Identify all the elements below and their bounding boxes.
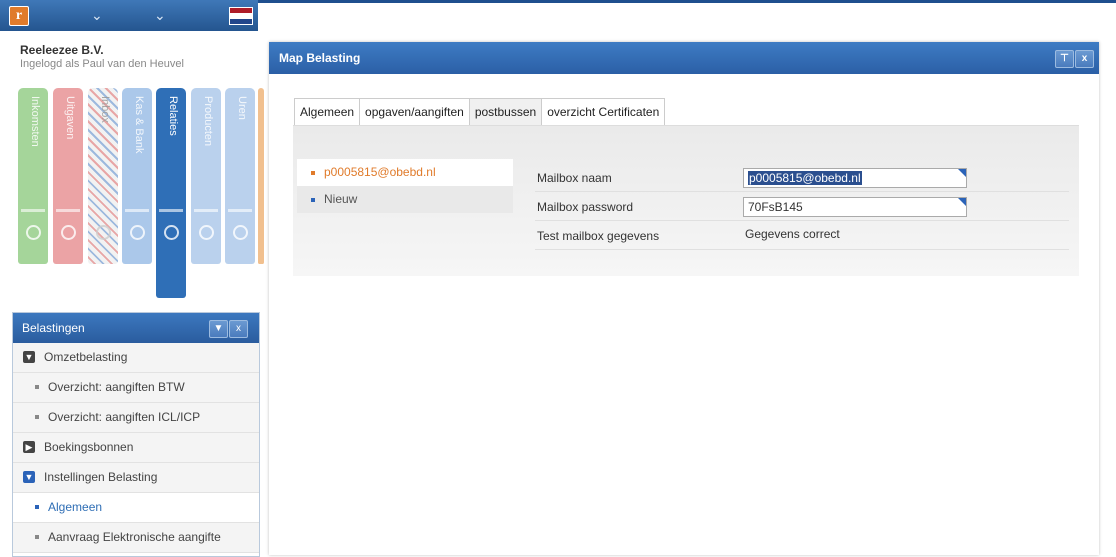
- tab-algemeen[interactable]: Algemeen: [294, 98, 361, 125]
- nav-item-algemeen[interactable]: Algemeen: [13, 493, 259, 523]
- collapse-icon: ▼: [23, 351, 35, 363]
- tab-postbussen[interactable]: postbussen: [468, 98, 543, 125]
- map-belasting-window: Map Belasting ⊤ x Algemeen opgaven/aangif…: [269, 42, 1099, 555]
- nav-group-omzetbelasting[interactable]: ▼ Omzetbelasting: [13, 343, 259, 373]
- mailbox-label: Nieuw: [324, 192, 358, 206]
- binder-label: Kas & Bank: [133, 96, 145, 154]
- form-row-mailbox-naam: Mailbox naam p0005815@obebd.nl: [535, 163, 1069, 192]
- mailbox-password-input[interactable]: 70FsB145: [743, 197, 967, 217]
- binder-producten[interactable]: Producten: [191, 88, 221, 264]
- pin-icon[interactable]: ⊤: [1055, 50, 1074, 68]
- pin-icon[interactable]: ▼: [209, 320, 228, 338]
- binder-inkomsten[interactable]: Inkomsten: [18, 88, 48, 264]
- mailbox-label: p0005815@obebd.nl: [324, 165, 436, 179]
- tab-certificaten[interactable]: overzicht Certificaten: [541, 98, 666, 125]
- app-logo[interactable]: r: [9, 6, 29, 26]
- bullet-icon: [311, 198, 315, 202]
- nav-label: Overzicht: aangiften BTW: [48, 380, 185, 394]
- binder-kas-bank[interactable]: Kas & Bank: [122, 88, 152, 264]
- collapse-icon: ▼: [23, 471, 35, 483]
- binder-relaties[interactable]: Relaties: [156, 88, 186, 298]
- binder-line: [21, 209, 45, 212]
- at-icon: [96, 225, 111, 240]
- field-label: Mailbox password: [537, 200, 634, 214]
- window-header: Map Belasting ⊤ x: [269, 42, 1099, 74]
- binder-label: Producten: [202, 96, 214, 147]
- input-value: 70FsB145: [748, 200, 803, 214]
- nav-label: Algemeen: [48, 500, 103, 514]
- nav-label: Aanvraag Elektronische aangifte: [48, 530, 221, 544]
- flag-nl-icon[interactable]: [229, 7, 253, 25]
- mailbox-item[interactable]: p0005815@obebd.nl: [297, 159, 513, 186]
- company-name: Reeleezee B.V.: [20, 43, 104, 57]
- binder-ring-icon: [164, 225, 179, 240]
- binder-label: Inbox: [99, 96, 111, 123]
- binder-next-edge: [258, 88, 264, 264]
- bullet-icon: [311, 171, 315, 175]
- mailbox-new[interactable]: Nieuw: [297, 186, 513, 213]
- app-toolbar: r ⌄ ⌄: [0, 0, 258, 31]
- binder-line: [56, 209, 80, 212]
- logged-in-user: Ingelogd als Paul van den Heuvel: [20, 58, 184, 70]
- close-icon[interactable]: x: [1075, 50, 1094, 68]
- tab-opgaven[interactable]: opgaven/aangiften: [359, 98, 470, 125]
- binder-line: [159, 209, 183, 212]
- chevron-down-icon[interactable]: ⌄: [91, 7, 103, 24]
- test-result-text: Gegevens correct: [745, 227, 840, 241]
- binder-ring-icon: [130, 225, 145, 240]
- field-label: Test mailbox gegevens: [537, 229, 660, 243]
- chevron-down-icon[interactable]: ⌄: [154, 7, 166, 24]
- panel-header: Belastingen ▼ x: [13, 313, 259, 343]
- binder-line: [228, 209, 252, 212]
- bullet-icon: [35, 535, 39, 539]
- nav-label: Overzicht: aangiften ICL/ICP: [48, 410, 201, 424]
- belastingen-panel: Belastingen ▼ x ▼ Omzetbelasting Overzic…: [12, 312, 260, 557]
- nav-label: Boekingsbonnen: [44, 440, 134, 454]
- mailbox-form: Mailbox naam p0005815@obebd.nl Mailbox p…: [535, 163, 1069, 250]
- nav-group-instellingen[interactable]: ▼ Instellingen Belasting: [13, 463, 259, 493]
- binder-ring-icon: [199, 225, 214, 240]
- binder-line: [194, 209, 218, 212]
- required-marker: [958, 198, 966, 206]
- binder-line: [125, 209, 149, 212]
- window-title: Map Belasting: [279, 51, 361, 65]
- nav-item-aanvraag[interactable]: Aanvraag Elektronische aangifte: [13, 523, 259, 553]
- nav-item-overzicht-icl[interactable]: Overzicht: aangiften ICL/ICP: [13, 403, 259, 433]
- binder-ring-icon: [61, 225, 76, 240]
- bullet-icon: [35, 385, 39, 389]
- binder-shelf: Inkomsten Uitgaven Inbox Kas & Bank Rela…: [18, 88, 264, 303]
- required-marker: [958, 169, 966, 177]
- form-row-test-mailbox: Test mailbox gegevens Gegevens correct: [535, 221, 1069, 250]
- nav-group-boekingsbonnen[interactable]: ▶ Boekingsbonnen: [13, 433, 259, 463]
- nav-label: Instellingen Belasting: [44, 470, 158, 484]
- input-value: p0005815@obebd.nl: [748, 171, 862, 185]
- binder-uren[interactable]: Uren: [225, 88, 255, 264]
- binder-label: Inkomsten: [29, 96, 41, 147]
- mailbox-list: p0005815@obebd.nl Nieuw: [297, 159, 513, 213]
- binder-uitgaven[interactable]: Uitgaven: [53, 88, 83, 264]
- close-icon[interactable]: x: [229, 320, 248, 338]
- field-label: Mailbox naam: [537, 171, 612, 185]
- binder-label: Relaties: [167, 96, 179, 136]
- tab-content: p0005815@obebd.nl Nieuw Mailbox naam p00…: [293, 125, 1079, 276]
- binder-ring-icon: [233, 225, 248, 240]
- panel-title: Belastingen: [22, 321, 85, 335]
- form-row-mailbox-password: Mailbox password 70FsB145: [535, 192, 1069, 221]
- expand-icon: ▶: [23, 441, 35, 453]
- bullet-icon: [35, 415, 39, 419]
- mailbox-name-input[interactable]: p0005815@obebd.nl: [743, 168, 967, 188]
- bullet-icon: [35, 505, 39, 509]
- binder-label: Uitgaven: [64, 96, 76, 140]
- tab-bar: Algemeen opgaven/aangiften postbussen overz…: [294, 98, 666, 125]
- binder-inbox[interactable]: Inbox: [88, 88, 118, 264]
- nav-item-overzicht-btw[interactable]: Overzicht: aangiften BTW: [13, 373, 259, 403]
- nav-label: Omzetbelasting: [44, 350, 128, 364]
- binder-label: Uren: [236, 96, 248, 120]
- binder-ring-icon: [26, 225, 41, 240]
